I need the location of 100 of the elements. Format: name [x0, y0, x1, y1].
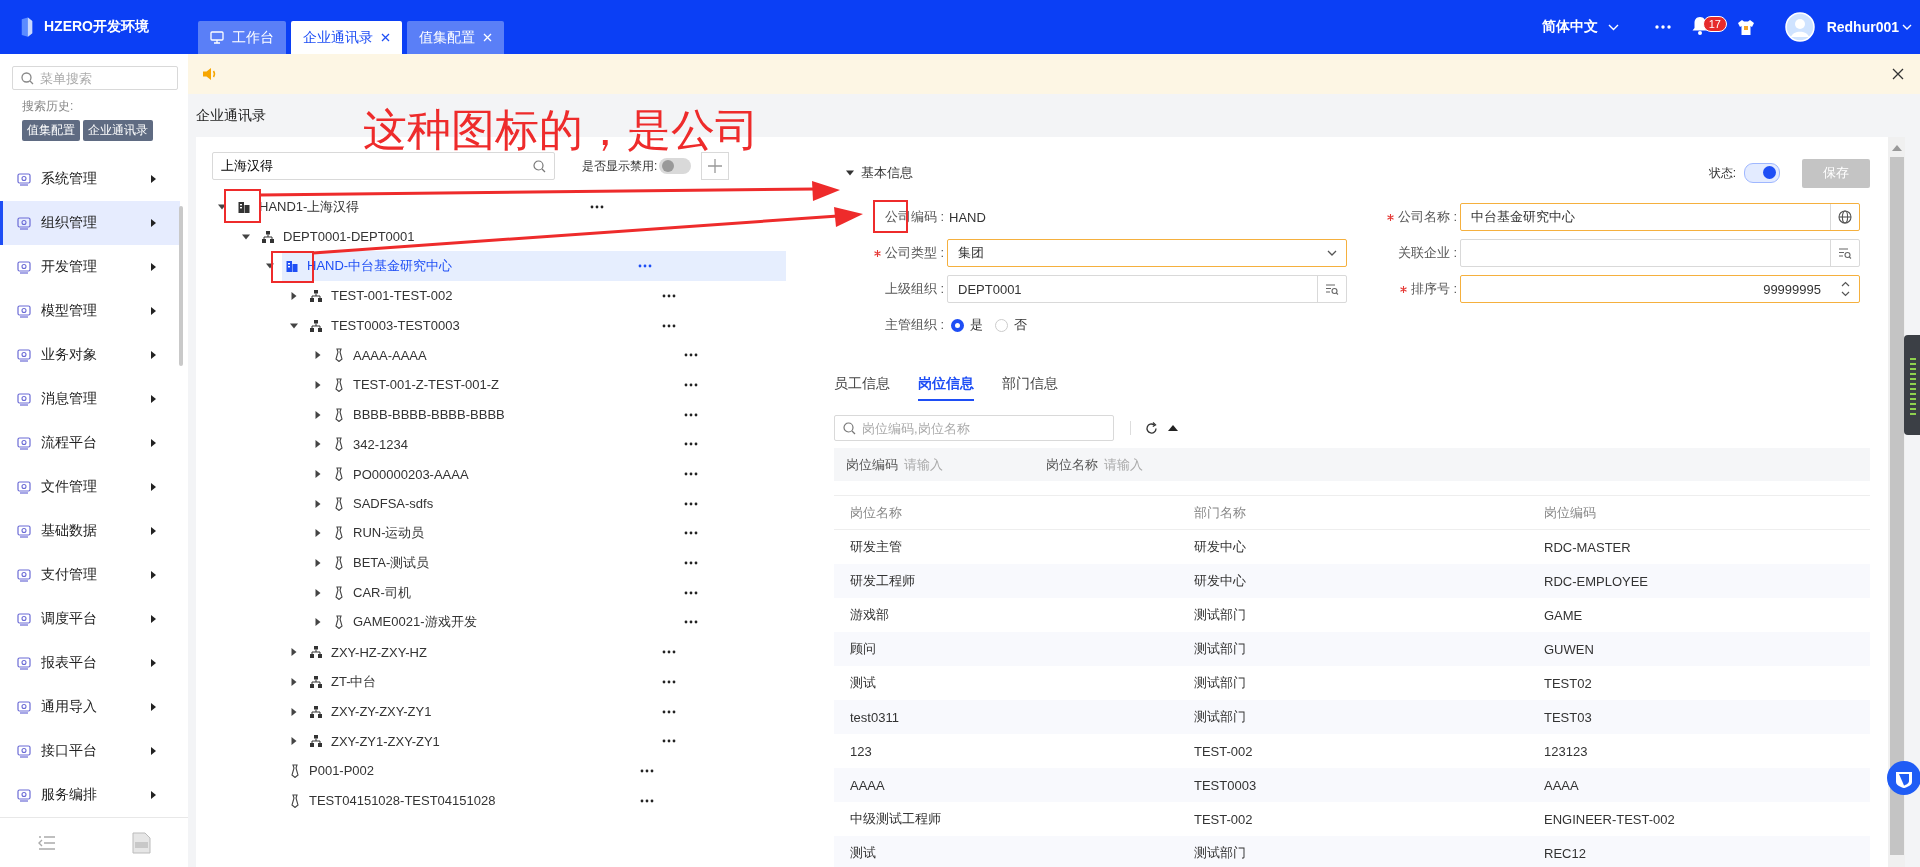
tree-node[interactable]: TEST-001-TEST-002	[306, 281, 786, 311]
more-icon[interactable]	[662, 293, 676, 298]
history-tag[interactable]: 值集配置	[22, 120, 80, 142]
menu-item[interactable]: 组织管理	[0, 201, 180, 246]
menu-item[interactable]: 业务对象	[0, 333, 180, 378]
tree-node[interactable]: DEPT0001-DEPT0001	[258, 221, 786, 252]
column-header[interactable]: 岗位名称	[834, 503, 1178, 522]
filter-field[interactable]: 请输入	[904, 457, 964, 472]
tab[interactable]: 员工信息	[834, 369, 890, 401]
history-tag[interactable]: 企业通讯录	[83, 120, 153, 142]
page-tab[interactable]: 值集配置	[407, 21, 504, 54]
language-selector[interactable]: 简体中文	[1541, 18, 1619, 36]
menu-item[interactable]: 支付管理	[0, 553, 180, 598]
shirt-icon[interactable]	[1736, 18, 1755, 36]
tree-node[interactable]: ZXY-HZ-ZXY-HZ	[306, 637, 786, 667]
more-icon[interactable]	[662, 323, 676, 328]
tree-node[interactable]: BETA-测试员	[330, 548, 786, 578]
user-menu[interactable]: Redhur001	[1826, 19, 1912, 35]
more-icon[interactable]	[1654, 25, 1671, 29]
input-field[interactable]: 99999995	[1460, 275, 1860, 303]
stepper-icon[interactable]	[1840, 281, 1850, 297]
menu-item[interactable]: 服务编排	[0, 773, 180, 818]
more-icon[interactable]	[662, 709, 676, 714]
tab[interactable]: 岗位信息	[918, 369, 974, 401]
caret-icon[interactable]	[314, 351, 322, 360]
caret-icon[interactable]	[314, 559, 322, 568]
more-icon[interactable]	[684, 620, 698, 625]
menu-item[interactable]: 模型管理	[0, 289, 180, 334]
caret-icon[interactable]	[290, 737, 298, 746]
more-icon[interactable]	[684, 442, 698, 447]
menu-search-field[interactable]: 菜单搜索	[12, 66, 178, 91]
input-field[interactable]	[1460, 239, 1860, 267]
caret-icon[interactable]	[290, 677, 298, 686]
more-icon[interactable]	[684, 472, 698, 477]
status-switch[interactable]	[1744, 163, 1780, 183]
menu-item[interactable]: 基础数据	[0, 509, 180, 554]
menu-item[interactable]: 调度平台	[0, 597, 180, 642]
globe-icon[interactable]	[1838, 210, 1852, 224]
tree-node[interactable]: GAME0021-游戏开发	[330, 607, 786, 638]
column-header[interactable]: 部门名称	[1178, 503, 1528, 522]
tree-node[interactable]: RUN-运动员	[330, 518, 786, 549]
page-tab[interactable]: 工作台	[198, 21, 286, 54]
caret-icon[interactable]	[314, 618, 322, 627]
tree-node[interactable]: P001-P002	[286, 756, 786, 786]
caret-icon[interactable]	[314, 380, 322, 389]
tree-node[interactable]: TEST0003-TEST0003	[306, 310, 786, 341]
caret-icon[interactable]	[314, 588, 322, 597]
caret-icon[interactable]	[242, 232, 250, 241]
help-button[interactable]	[1886, 760, 1920, 796]
menu-item[interactable]: 报表平台	[0, 641, 180, 686]
close-icon[interactable]	[381, 33, 390, 42]
input-field[interactable]: DEPT0001	[947, 275, 1347, 303]
tree-node[interactable]: ZT-中台	[306, 667, 786, 697]
tree-search-field[interactable]: 上海汉得	[212, 152, 555, 180]
filter-field[interactable]: 请输入	[1104, 457, 1164, 472]
radio-option[interactable]: 是	[951, 316, 983, 334]
menu-item[interactable]: 接口平台	[0, 729, 180, 774]
caret-icon[interactable]	[314, 499, 322, 508]
menu-item[interactable]: 通用导入	[0, 685, 180, 730]
column-header[interactable]: 岗位编码	[1528, 503, 1870, 522]
input-field[interactable]: 集团	[947, 239, 1347, 267]
tree-node[interactable]: CAR-司机	[330, 577, 786, 608]
side-widget[interactable]	[1904, 335, 1920, 435]
more-icon[interactable]	[640, 768, 654, 773]
avatar-icon[interactable]	[1784, 12, 1815, 42]
caret-icon[interactable]	[314, 470, 322, 479]
menu-item[interactable]: 文件管理	[0, 465, 180, 510]
more-icon[interactable]	[684, 561, 698, 566]
tree-node[interactable]: TEST04151028-TEST04151028	[286, 785, 786, 816]
caret-icon[interactable]	[290, 648, 298, 657]
more-icon[interactable]	[684, 531, 698, 536]
tree-node[interactable]: TEST-001-Z-TEST-001-Z	[330, 370, 786, 400]
menu-item[interactable]: 流程平台	[0, 421, 180, 466]
more-icon[interactable]	[684, 412, 698, 417]
caret-icon[interactable]	[314, 529, 322, 538]
section-header[interactable]: 基本信息	[846, 164, 913, 182]
input-field[interactable]: 中台基金研究中心	[1460, 203, 1860, 231]
tree-node[interactable]: BBBB-BBBB-BBBB-BBBB	[330, 399, 786, 430]
caret-icon[interactable]	[290, 291, 298, 300]
menu-item[interactable]: 消息管理	[0, 377, 180, 422]
page-tab[interactable]: 企业通讯录	[291, 21, 402, 54]
more-icon[interactable]	[662, 679, 676, 684]
close-icon[interactable]	[1892, 68, 1904, 80]
more-icon[interactable]	[640, 798, 654, 803]
scrollbar[interactable]	[1888, 137, 1905, 867]
caret-icon[interactable]	[218, 202, 226, 211]
caret-icon[interactable]	[314, 410, 322, 419]
lookup-icon[interactable]	[1325, 282, 1339, 296]
menu-item[interactable]: 开发管理	[0, 245, 180, 290]
tree-node[interactable]: AAAA-AAAA	[330, 340, 786, 371]
tree-node[interactable]: ZXY-ZY-ZXY-ZY1	[306, 696, 786, 727]
lookup-icon[interactable]	[1838, 246, 1852, 260]
more-icon[interactable]	[684, 501, 698, 506]
scrollbar[interactable]	[179, 206, 183, 366]
tree-node[interactable]: SADFSA-sdfs	[330, 488, 786, 519]
menu-item[interactable]: 系统管理	[0, 157, 180, 202]
more-icon[interactable]	[662, 650, 676, 655]
caret-icon[interactable]	[314, 440, 322, 449]
more-icon[interactable]	[684, 353, 698, 358]
radio-option[interactable]: 否	[995, 316, 1027, 334]
